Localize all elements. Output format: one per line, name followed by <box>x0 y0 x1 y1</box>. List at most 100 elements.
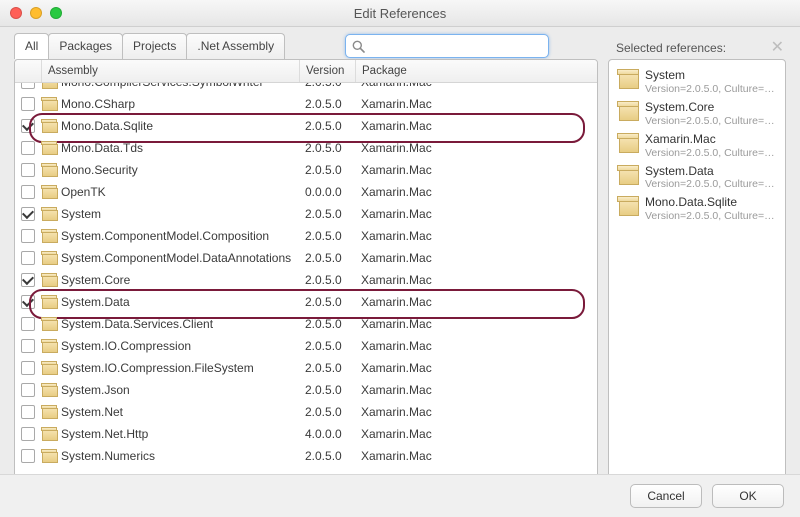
selected-reference-item[interactable]: Xamarin.MacVersion=2.0.5.0, Culture=neut… <box>609 130 785 162</box>
assembly-package: Xamarin.Mac <box>355 141 597 155</box>
assembly-package: Xamarin.Mac <box>355 361 597 375</box>
assembly-package: Xamarin.Mac <box>355 317 597 331</box>
assembly-version: 2.0.5.0 <box>299 141 355 155</box>
table-row[interactable]: System.Net.Http4.0.0.0Xamarin.Mac <box>15 423 597 445</box>
package-icon <box>617 69 639 89</box>
table-row[interactable]: Mono.Data.Tds 2.0.5.0Xamarin.Mac <box>15 137 597 159</box>
table-row[interactable]: System.IO.Compression2.0.5.0Xamarin.Mac <box>15 335 597 357</box>
table-row[interactable]: System.Net 2.0.5.0Xamarin.Mac <box>15 401 597 423</box>
window-controls <box>10 7 62 19</box>
table-row[interactable]: System.ComponentModel.DataAnnotations2.0… <box>15 247 597 269</box>
selected-reference-name: System.Core <box>645 101 777 115</box>
package-icon <box>41 317 57 331</box>
assembly-name: System.Data <box>61 295 130 309</box>
assembly-name: Mono.Data.Sqlite <box>61 119 153 133</box>
selected-reference-item[interactable]: System.CoreVersion=2.0.5.0, Culture=neut… <box>609 98 785 130</box>
assembly-version: 2.0.5.0 <box>299 405 355 419</box>
checkbox[interactable] <box>21 405 35 419</box>
checkbox[interactable] <box>21 97 35 111</box>
package-icon <box>41 339 57 353</box>
table-row[interactable]: System2.0.5.0Xamarin.Mac <box>15 203 597 225</box>
checkbox[interactable] <box>21 163 35 177</box>
close-icon[interactable] <box>10 7 22 19</box>
assembly-name: Mono.Security <box>61 163 138 177</box>
minimize-icon[interactable] <box>30 7 42 19</box>
selected-reference-item[interactable]: SystemVersion=2.0.5.0, Culture=neutral, … <box>609 66 785 98</box>
assembly-name: System.IO.Compression.FileSystem <box>61 361 254 375</box>
selected-reference-detail: Version=2.0.5.0, Culture=neutral, Public… <box>645 147 777 159</box>
zoom-icon[interactable] <box>50 7 62 19</box>
search-field[interactable] <box>345 34 549 58</box>
package-icon <box>41 295 57 309</box>
tab--net-assembly[interactable]: .Net Assembly <box>186 33 285 59</box>
table-body[interactable]: Mono.CompilerServices.SymbolWriter2.0.5.… <box>15 83 597 483</box>
table-row[interactable]: Mono.Security2.0.5.0Xamarin.Mac <box>15 159 597 181</box>
checkbox[interactable] <box>21 295 35 309</box>
assembly-version: 2.0.5.0 <box>299 383 355 397</box>
selected-reference-name: System.Data <box>645 165 777 179</box>
checkbox[interactable] <box>21 427 35 441</box>
selected-reference-name: Xamarin.Mac <box>645 133 777 147</box>
assembly-name: Mono.CSharp <box>61 97 135 111</box>
assembly-name: Mono.Data.Tds <box>61 141 143 155</box>
table-row[interactable]: System.Data.Services.Client2.0.5.0Xamari… <box>15 313 597 335</box>
checkbox[interactable] <box>21 361 35 375</box>
checkbox[interactable] <box>21 119 35 133</box>
package-icon <box>41 405 57 419</box>
ok-button[interactable]: OK <box>712 484 784 508</box>
checkbox[interactable] <box>21 339 35 353</box>
checkbox[interactable] <box>21 317 35 331</box>
package-icon <box>617 133 639 153</box>
tab-packages[interactable]: Packages <box>48 33 123 59</box>
search-input[interactable] <box>365 38 542 54</box>
assembly-version: 2.0.5.0 <box>299 273 355 287</box>
table-header: Assembly Version Package <box>15 60 597 83</box>
table-row[interactable]: System.ComponentModel.Composition2.0.5.0… <box>15 225 597 247</box>
assembly-version: 2.0.5.0 <box>299 207 355 221</box>
cancel-button[interactable]: Cancel <box>630 484 702 508</box>
selected-references-header: Selected references: ✕ <box>610 36 786 56</box>
assembly-package: Xamarin.Mac <box>355 295 597 309</box>
top-strip: AllPackagesProjects.Net Assembly Selecte… <box>0 27 800 59</box>
table-row[interactable]: OpenTK0.0.0.0Xamarin.Mac <box>15 181 597 203</box>
checkbox[interactable] <box>21 83 35 89</box>
table-row[interactable]: Mono.CompilerServices.SymbolWriter2.0.5.… <box>15 83 597 93</box>
table-row[interactable]: System.IO.Compression.FileSystem 2.0.5.0X… <box>15 357 597 379</box>
assembly-version: 2.0.5.0 <box>299 97 355 111</box>
column-package[interactable]: Package <box>355 60 597 82</box>
table-row[interactable]: System.Data2.0.5.0Xamarin.Mac <box>15 291 597 313</box>
assembly-package: Xamarin.Mac <box>355 383 597 397</box>
assembly-version: 2.0.5.0 <box>299 339 355 353</box>
checkbox[interactable] <box>21 185 35 199</box>
package-icon <box>41 449 57 463</box>
table-row[interactable]: Mono.Data.Sqlite2.0.5.0Xamarin.Mac <box>15 115 597 137</box>
assembly-name: System.Net <box>61 405 123 419</box>
checkbox[interactable] <box>21 229 35 243</box>
column-version[interactable]: Version <box>299 60 355 82</box>
selected-reference-item[interactable]: Mono.Data.SqliteVersion=2.0.5.0, Culture… <box>609 193 785 225</box>
assembly-package: Xamarin.Mac <box>355 405 597 419</box>
table-row[interactable]: System.Numerics2.0.5.0Xamarin.Mac <box>15 445 597 467</box>
column-assembly[interactable]: Assembly <box>41 60 299 82</box>
package-icon <box>41 97 57 111</box>
assembly-package: Xamarin.Mac <box>355 83 597 89</box>
checkbox[interactable] <box>21 207 35 221</box>
package-icon <box>617 101 639 121</box>
selected-reference-item[interactable]: System.DataVersion=2.0.5.0, Culture=neut… <box>609 162 785 194</box>
tab-all[interactable]: All <box>14 33 49 59</box>
search-icon <box>352 40 365 53</box>
close-icon[interactable]: ✕ <box>771 40 784 56</box>
tab-projects[interactable]: Projects <box>122 33 187 59</box>
checkbox[interactable] <box>21 383 35 397</box>
table-row[interactable]: System.Core2.0.5.0Xamarin.Mac <box>15 269 597 291</box>
package-icon <box>41 273 57 287</box>
checkbox[interactable] <box>21 449 35 463</box>
table-row[interactable]: Mono.CSharp2.0.5.0Xamarin.Mac <box>15 93 597 115</box>
package-icon <box>41 119 57 133</box>
checkbox[interactable] <box>21 251 35 265</box>
table-row[interactable]: System.Json2.0.5.0Xamarin.Mac <box>15 379 597 401</box>
assembly-version: 2.0.5.0 <box>299 361 355 375</box>
selected-reference-name: System <box>645 69 777 83</box>
checkbox[interactable] <box>21 141 35 155</box>
checkbox[interactable] <box>21 273 35 287</box>
